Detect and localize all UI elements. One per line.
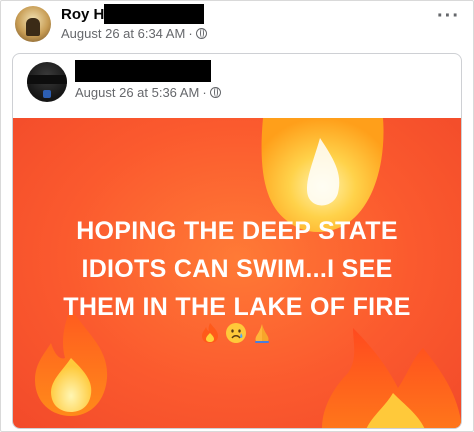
globe-icon[interactable] — [209, 87, 221, 98]
post-timestamp[interactable]: August 26 at 6:34 AM — [61, 26, 185, 41]
redaction-bar — [104, 4, 204, 24]
fire-emoji-icon — [202, 323, 218, 343]
avatar-figure — [26, 18, 40, 36]
crying-face-emoji-icon — [226, 323, 246, 343]
shared-redaction-bar — [75, 60, 211, 82]
post-image[interactable]: HOPING THE DEEP STATE IDIOTS CAN SWIM...… — [13, 118, 461, 428]
shared-post-timestamp[interactable]: August 26 at 5:36 AM — [75, 85, 199, 100]
headline-line: IDIOTS CAN SWIM...I SEE — [81, 255, 393, 283]
shared-author-avatar[interactable] — [27, 62, 67, 102]
shared-meta-separator: · — [202, 85, 207, 100]
fire-icon — [322, 328, 461, 428]
shared-post[interactable]: August 26 at 5:36 AM · HOPING THE DEEP S… — [12, 53, 462, 429]
avatar-band — [27, 75, 67, 84]
headline-line: THEM IN THE LAKE OF FIRE — [63, 293, 411, 321]
globe-icon[interactable] — [195, 28, 207, 39]
author-avatar[interactable] — [15, 6, 51, 42]
emoji-row — [199, 322, 273, 344]
post-meta: August 26 at 6:34 AM · — [61, 26, 207, 41]
author-name[interactable]: Roy H — [61, 6, 104, 23]
more-options-button[interactable]: ··· — [437, 6, 460, 26]
folded-hands-emoji-icon — [255, 324, 269, 343]
avatar-badge — [43, 90, 51, 98]
post-card: Roy H August 26 at 6:34 AM · ··· August … — [0, 0, 474, 432]
meta-separator: · — [188, 26, 193, 41]
headline-line: HOPING THE DEEP STATE — [76, 217, 398, 245]
shared-post-meta: August 26 at 5:36 AM · — [75, 85, 221, 100]
headline-text: HOPING THE DEEP STATE IDIOTS CAN SWIM...… — [13, 212, 461, 326]
